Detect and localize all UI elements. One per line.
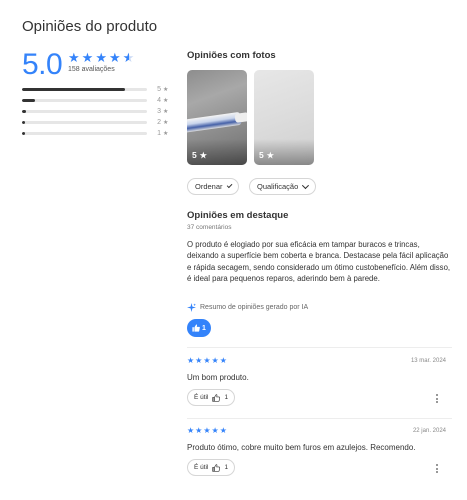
ai-summary-like-count: 1 — [202, 324, 206, 332]
helpful-button[interactable]: É útil 1 — [187, 459, 236, 476]
star-icon: ★ — [203, 356, 211, 365]
page-title: Opiniões do produto — [22, 18, 158, 35]
star-icon: ★ — [187, 426, 195, 435]
distribution-row-2: 2 ★ — [22, 117, 170, 128]
star-icon: ★ — [163, 87, 169, 93]
comment-count: 37 comentários — [187, 224, 232, 231]
sparkle-icon — [187, 303, 196, 312]
distribution-bar-fill — [22, 99, 35, 102]
distribution-bar-fill — [22, 132, 25, 135]
product-tube-cap — [234, 112, 247, 123]
distribution-bar — [22, 88, 147, 91]
star-icon: ★ — [95, 50, 107, 65]
star-icon: ★ — [187, 356, 195, 365]
review-photo[interactable]: 5 ★ — [254, 70, 314, 165]
rating-distribution: 5 ★ 4 ★ 3 ★ 2 ★ 1 ★ — [22, 84, 170, 139]
helpful-label: É útil — [194, 464, 209, 471]
review-date: 22 jan. 2024 — [412, 428, 446, 434]
distribution-bar — [22, 99, 147, 102]
star-icon: ★ — [199, 150, 207, 160]
review-photo[interactable]: 5 ★ — [187, 70, 247, 165]
photo-rating-value: 5 — [259, 150, 264, 160]
distribution-bar — [22, 121, 147, 124]
star-icon: ★ — [68, 50, 80, 65]
star-icon: ★ — [211, 426, 219, 435]
star-icon: ★ — [195, 426, 203, 435]
star-icon: ★ — [195, 356, 203, 365]
sort-label: Ordenar — [195, 182, 223, 191]
review-stars: ★ ★ ★ ★ ★ — [187, 427, 227, 435]
distribution-bar-fill — [22, 121, 25, 124]
ai-summary-like-button[interactable]: 1 — [187, 319, 211, 337]
distribution-label: 2 — [157, 119, 161, 126]
review-text: Um bom produto. — [187, 373, 249, 382]
ai-review-summary: O produto é elogiado por sua eficácia em… — [187, 240, 451, 283]
thumbs-up-icon — [212, 463, 221, 472]
distribution-label: 3 — [157, 108, 161, 115]
review-date: 13 mar. 2024 — [410, 358, 446, 364]
more-vertical-icon[interactable] — [436, 394, 439, 403]
rating-count: 158 avaliações — [68, 66, 115, 73]
helpful-button[interactable]: É útil 1 — [187, 389, 236, 406]
ai-summary-note: Resumo de opiniões gerado por IA — [187, 303, 308, 312]
star-icon: ★ — [163, 120, 169, 126]
average-stars: ★ ★ ★ ★ ★ — [68, 51, 134, 64]
helpful-label: É útil — [194, 394, 209, 401]
ai-summary-note-text: Resumo de opiniões gerado por IA — [200, 304, 309, 311]
photo-rating-value: 5 — [192, 150, 197, 160]
star-icon: ★ — [203, 426, 211, 435]
distribution-row-1: 1 ★ — [22, 128, 170, 139]
featured-title: Opiniões em destaque — [187, 210, 289, 221]
star-icon: ★ — [219, 356, 227, 365]
thumbs-up-icon — [212, 393, 221, 402]
distribution-row-4: 4 ★ — [22, 95, 170, 106]
star-icon: ★ — [163, 109, 169, 115]
photos-section-title: Opiniões com fotos — [187, 50, 276, 61]
sort-dropdown[interactable]: Ordenar — [187, 178, 239, 195]
review-stars: ★ ★ ★ ★ ★ — [187, 357, 227, 365]
divider — [187, 347, 452, 348]
distribution-row-3: 3 ★ — [22, 106, 170, 117]
distribution-bar — [22, 132, 147, 135]
distribution-row-5: 5 ★ — [22, 84, 170, 95]
photo-rating: 5 ★ — [259, 150, 274, 160]
rating-filter-dropdown[interactable]: Qualificação — [249, 178, 316, 195]
distribution-label: 1 — [157, 130, 161, 137]
divider — [187, 418, 452, 419]
thumbs-up-icon — [192, 324, 200, 332]
rating-filter-label: Qualificação — [257, 182, 299, 191]
average-rating: 5.0 — [22, 48, 63, 81]
star-icon: ★ — [122, 50, 135, 65]
star-icon: ★ — [108, 50, 121, 65]
helpful-count: 1 — [224, 464, 229, 471]
star-icon: ★ — [163, 131, 169, 137]
star-icon: ★ — [81, 50, 94, 65]
star-icon: ★ — [163, 98, 169, 104]
distribution-label: 5 — [157, 86, 161, 93]
review-text: Produto ótimo, cobre muito bem furos em … — [187, 443, 416, 452]
star-icon: ★ — [266, 150, 274, 160]
distribution-bar-fill — [22, 88, 125, 91]
distribution-bar-fill — [22, 110, 26, 113]
more-vertical-icon[interactable] — [436, 464, 439, 473]
photo-rating: 5 ★ — [192, 150, 207, 160]
distribution-bar — [22, 110, 147, 113]
chevron-down-icon — [302, 181, 310, 189]
helpful-count: 1 — [224, 394, 229, 401]
star-icon: ★ — [211, 356, 219, 365]
distribution-label: 4 — [157, 97, 161, 104]
product-tube-image — [187, 111, 242, 134]
chevron-down-icon — [226, 182, 233, 188]
star-icon: ★ — [219, 426, 227, 435]
